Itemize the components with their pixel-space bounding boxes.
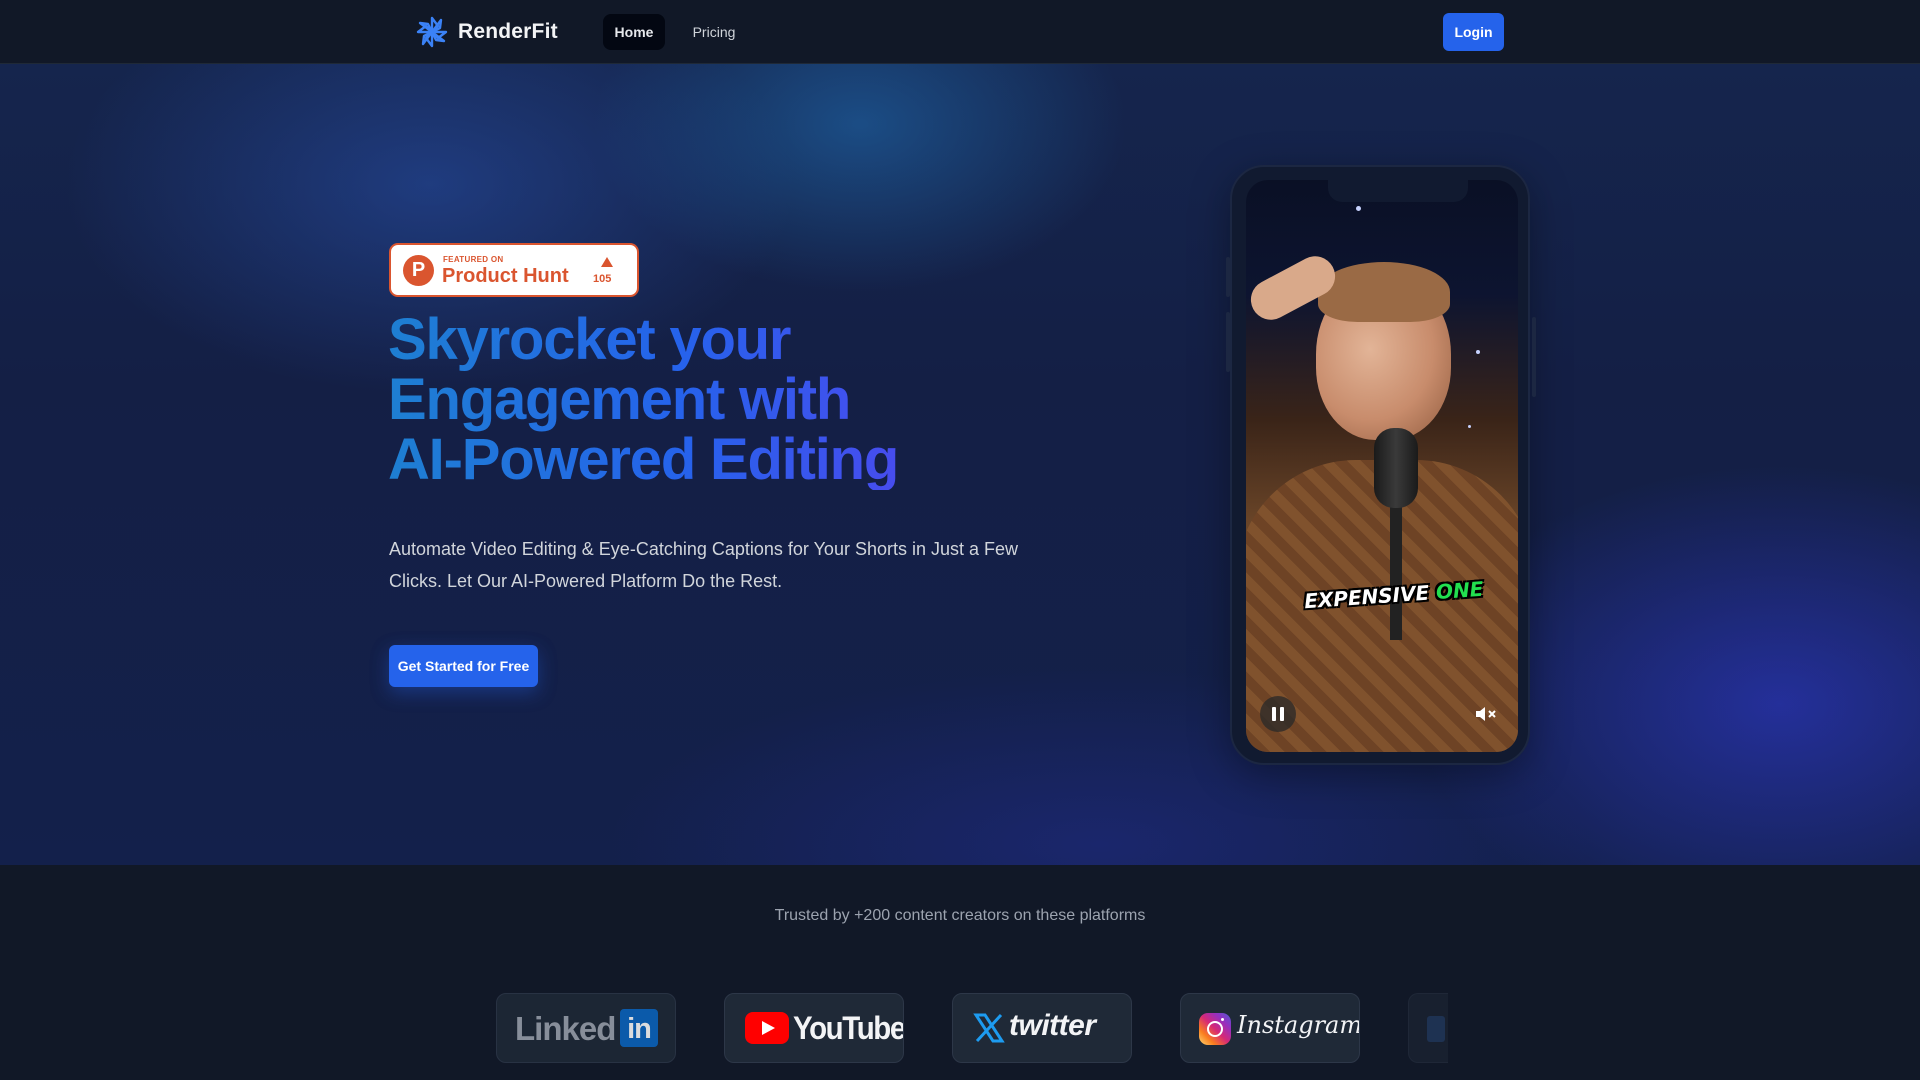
product-hunt-icon: P	[403, 255, 434, 286]
x-twitter-icon	[973, 1013, 1005, 1043]
phone-side-button	[1226, 312, 1230, 372]
youtube-play-icon	[745, 1012, 789, 1044]
linkedin-in-icon: in	[620, 1009, 658, 1047]
youtube-logo-card: YouTube	[724, 993, 904, 1063]
instagram-logo-card: Instagram	[1180, 993, 1360, 1063]
video-player[interactable]: EXPENSIVE ONE	[1246, 180, 1518, 752]
pause-icon[interactable]	[1260, 696, 1296, 732]
twitter-word: twitter	[1009, 1009, 1096, 1042]
phone-mockup: EXPENSIVE ONE	[1226, 165, 1536, 765]
video-sparkle	[1476, 350, 1480, 354]
headline-line-2: Engagement with	[388, 367, 851, 432]
nav-link-pricing[interactable]: Pricing	[682, 14, 746, 50]
brand-name: RenderFit	[458, 20, 558, 43]
nav-link-home[interactable]: Home	[603, 14, 665, 50]
instagram-word: Instagram	[1237, 1011, 1360, 1039]
twitter-logo-card: twitter	[952, 993, 1132, 1063]
microphone-stand	[1390, 500, 1402, 640]
video-sparkle	[1356, 206, 1361, 211]
phone-notch	[1328, 180, 1468, 202]
linkedin-logo-card: Linked in	[496, 993, 676, 1063]
partial-logo-card	[1408, 993, 1448, 1063]
instagram-icon	[1199, 1013, 1231, 1045]
linkedin-word: Linked	[515, 1010, 616, 1047]
login-button[interactable]: Login	[1443, 13, 1504, 51]
product-hunt-featured-label: FEATURED ON	[443, 255, 504, 264]
trusted-platforms-section: Trusted by +200 content creators on thes…	[0, 865, 1920, 1080]
product-hunt-upvote-count: 105	[593, 273, 612, 285]
microphone	[1374, 428, 1418, 508]
get-started-button[interactable]: Get Started for Free	[389, 645, 538, 687]
product-hunt-badge[interactable]: P FEATURED ON Product Hunt 105	[389, 243, 639, 297]
upvote-arrow-icon	[601, 257, 613, 267]
youtube-word: YouTube	[793, 1010, 904, 1046]
caption-word-green: ONE	[1435, 576, 1485, 605]
trusted-text: Trusted by +200 content creators on thes…	[774, 907, 1146, 924]
brand-logo-link[interactable]: RenderFit	[414, 14, 558, 50]
headline-line-3: AI-Powered Editing	[388, 427, 899, 492]
hero-section: P FEATURED ON Product Hunt 105 Skyrocket…	[0, 64, 1920, 865]
product-hunt-title: Product Hunt	[442, 265, 569, 287]
partial-platform-icon	[1427, 1016, 1445, 1042]
hero-subtitle: Automate Video Editing & Eye-Catching Ca…	[389, 539, 1019, 591]
renderfit-logo-icon	[416, 16, 448, 48]
hero-headline: Skyrocket your Engagement with AI-Powere…	[388, 310, 1028, 490]
mute-icon[interactable]	[1474, 704, 1498, 724]
headline-line-1: Skyrocket your	[388, 307, 791, 372]
top-navbar: RenderFit Home Pricing Login	[0, 0, 1920, 64]
phone-side-button	[1226, 257, 1230, 297]
video-sparkle	[1468, 425, 1471, 428]
video-person-hair	[1318, 262, 1450, 322]
phone-side-button	[1532, 317, 1536, 397]
